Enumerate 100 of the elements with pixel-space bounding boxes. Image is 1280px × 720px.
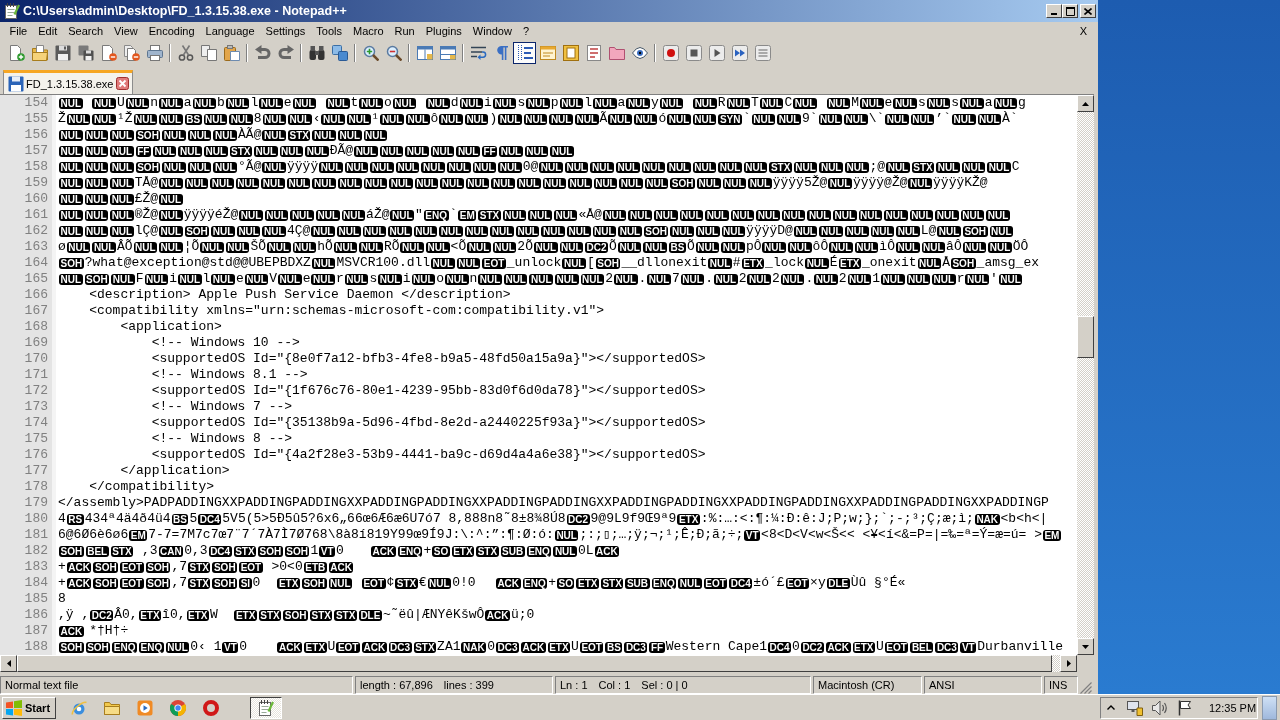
control-character: DC4 xyxy=(729,578,753,589)
menu-item[interactable]: Tools xyxy=(310,24,348,38)
menu-item[interactable]: Edit xyxy=(32,24,63,38)
control-character: ENQ xyxy=(526,546,552,557)
control-character: NUL xyxy=(680,274,705,285)
scroll-right-button[interactable] xyxy=(1060,655,1077,672)
scrollbar-thumb[interactable] xyxy=(1077,316,1094,358)
scroll-up-button[interactable] xyxy=(1077,95,1094,112)
control-character: NUL xyxy=(312,130,337,141)
control-character: NUL xyxy=(286,178,311,189)
floppy-disks-icon xyxy=(77,45,94,61)
monitor-icon[interactable] xyxy=(1127,699,1143,716)
code-text: g xyxy=(1018,95,1026,110)
line-number: 174 xyxy=(24,415,48,431)
control-character: EOT xyxy=(703,578,728,589)
code-text: e xyxy=(884,95,893,110)
control-character: NUL xyxy=(870,226,895,237)
folder-icon[interactable] xyxy=(104,699,121,716)
control-character: NUL xyxy=(92,98,116,109)
control-character: NUL xyxy=(447,162,471,173)
control-character: NUL xyxy=(315,210,340,221)
menu-item[interactable]: Search xyxy=(62,24,109,38)
globe-ring-icon[interactable] xyxy=(71,699,88,716)
control-character: NUL xyxy=(337,226,361,237)
menu-item[interactable]: Encoding xyxy=(143,24,201,38)
close-icon[interactable] xyxy=(116,77,130,90)
control-character: STX xyxy=(911,162,935,173)
code-text: :%:…:<:¶:¼:Ð:ê:J;P;w;};`;-;³;Ç;æ;ì; xyxy=(700,511,974,526)
code-text: a xyxy=(617,95,626,110)
notepad-icon xyxy=(258,699,275,716)
speaker-icon[interactable] xyxy=(1152,699,1168,716)
control-character: NUL xyxy=(84,162,109,173)
play-tile-icon[interactable] xyxy=(137,699,154,716)
scroll-down-button[interactable] xyxy=(1077,638,1094,655)
code-text: L@ xyxy=(920,223,937,238)
menu-item[interactable]: Run xyxy=(389,24,421,38)
control-character: EOT xyxy=(884,642,909,653)
menu-item[interactable]: File xyxy=(4,24,33,38)
maximize-button[interactable] xyxy=(1062,4,1078,18)
control-character: NUL xyxy=(777,114,801,125)
control-character: NUL xyxy=(679,210,704,221)
control-character: NUL xyxy=(159,194,183,205)
code-text: ô xyxy=(430,111,439,126)
length-status: length : 67,896 xyxy=(360,679,433,691)
menu-item[interactable]: View xyxy=(108,24,144,38)
control-character: FF xyxy=(649,642,665,653)
control-character: STX xyxy=(600,578,624,589)
segmented-circle-icon[interactable] xyxy=(170,699,187,716)
control-character: ACK xyxy=(277,642,303,653)
control-character: NUL xyxy=(917,258,942,269)
lines-status: lines : 399 xyxy=(443,679,494,691)
line-number: 154 xyxy=(24,95,48,111)
control-character: SOH xyxy=(670,178,695,189)
menu-item[interactable]: Macro xyxy=(347,24,390,38)
code-text: <!-- Windows 10 --> xyxy=(151,335,300,350)
control-character: ETX xyxy=(741,258,765,269)
close-button[interactable] xyxy=(1080,4,1096,18)
menu-item[interactable]: Plugins xyxy=(420,24,468,38)
code-text: Õ xyxy=(686,239,695,254)
control-character: VT xyxy=(319,546,336,557)
control-character: ETX xyxy=(838,258,861,269)
code-text: <!-- Windows 8 --> xyxy=(151,431,293,446)
scroll-left-button[interactable] xyxy=(0,655,17,672)
code-text: 0 xyxy=(252,575,261,590)
control-character: NUL xyxy=(568,178,592,189)
menu-item[interactable]: ? xyxy=(517,24,535,38)
control-character: NUL xyxy=(235,178,260,189)
code-text: É xyxy=(829,255,838,270)
page-minus-icon xyxy=(100,45,117,61)
split-rows-icon xyxy=(439,45,456,61)
control-character: NUL xyxy=(807,210,831,221)
line-number: 183 xyxy=(24,559,48,575)
control-character: NUL xyxy=(288,114,312,125)
vertical-scrollbar[interactable] xyxy=(1077,95,1094,655)
menu-item[interactable]: Language xyxy=(200,24,261,38)
code-text: Ùû §°É« xyxy=(850,575,906,590)
control-character: NUL xyxy=(539,162,563,173)
code-text: U xyxy=(876,639,884,654)
code-text: t xyxy=(350,95,359,110)
control-character: NUL xyxy=(986,210,1010,221)
taskbar-button[interactable] xyxy=(250,696,283,719)
control-character: NUL xyxy=(526,98,550,109)
control-character: SOH xyxy=(962,226,988,237)
resize-grip-icon[interactable] xyxy=(1080,682,1092,694)
menu-item[interactable]: Settings xyxy=(260,24,311,38)
file-type-status: Normal text file xyxy=(0,676,353,694)
line-number: 179 xyxy=(24,495,48,511)
indent-guide-button[interactable] xyxy=(513,42,536,64)
window-icon xyxy=(539,45,556,61)
ring-icon[interactable] xyxy=(203,699,220,716)
minimize-button[interactable] xyxy=(1046,4,1062,18)
caret-up-icon[interactable] xyxy=(1107,705,1115,710)
close-document-button[interactable]: X xyxy=(1076,24,1090,38)
flag-icon[interactable] xyxy=(1177,699,1193,716)
control-character: DC2 xyxy=(800,642,824,653)
file-tab[interactable]: FD_1.3.15.38.exe xyxy=(3,70,134,94)
menu-item[interactable]: Window xyxy=(467,24,518,38)
code-text: âÔ xyxy=(946,239,962,254)
control-character: NUL xyxy=(341,210,366,221)
start-button[interactable]: Start xyxy=(2,696,57,719)
